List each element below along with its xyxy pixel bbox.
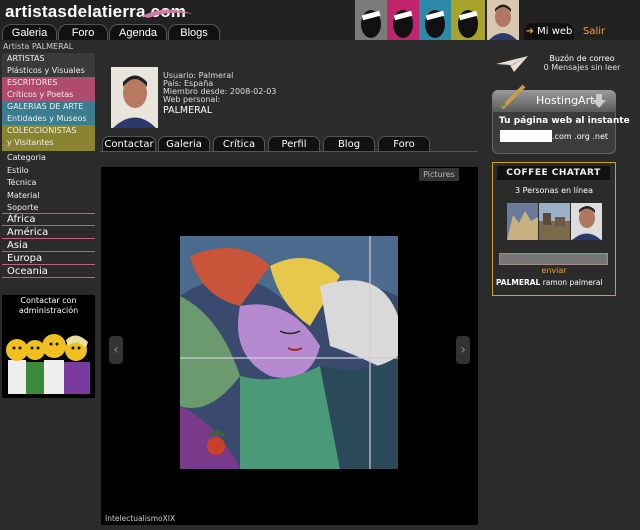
section-galerias[interactable]: GALERIAS DE ARTE Entidades y Museos	[2, 101, 95, 125]
arrow-icon: ➜	[525, 26, 538, 37]
profile-web: Web personal:	[163, 95, 221, 104]
region-america[interactable]: América	[2, 227, 95, 239]
chat-user-thumb[interactable]	[571, 203, 602, 240]
mi-web-button[interactable]: ➜ Mi web	[524, 23, 574, 40]
filter-material[interactable]: Material	[2, 190, 95, 202]
chat-online-count: 3 Personas en línea	[514, 186, 593, 195]
next-image-button[interactable]: ›	[456, 336, 470, 364]
profile-name: PALMERAL	[163, 105, 213, 116]
mailbox-status: 0 Mensajes sin leer	[543, 63, 621, 72]
filter-estilo[interactable]: Estilo	[2, 165, 95, 177]
featured-artists-strip[interactable]	[355, 0, 485, 40]
nav-blogs[interactable]: Blogs	[168, 24, 220, 40]
domain-extensions: .com .org .net	[552, 132, 609, 141]
section-coleccionistas[interactable]: COLECCIONISTAS y Visitantes	[2, 125, 95, 151]
chat-user-thumb[interactable]	[539, 203, 570, 240]
filter-tecnica[interactable]: Técnica	[2, 177, 95, 189]
tab-contactar[interactable]: Contactar	[102, 136, 156, 151]
section-artistas[interactable]: ARTISTAS Plásticos y Visuales	[2, 53, 95, 77]
contact-admin-text: Contactar con administración	[18, 296, 79, 315]
domain-input[interactable]	[500, 130, 552, 142]
region-asia[interactable]: Asia	[2, 240, 95, 252]
paper-plane-icon[interactable]	[494, 54, 530, 74]
logo-swoosh-icon	[142, 9, 193, 18]
prev-image-button[interactable]: ‹	[109, 336, 123, 364]
coffee-chat-logo: COFFEE CHATART	[497, 166, 610, 180]
filter-categoria[interactable]: Categoria	[2, 152, 95, 164]
tab-divider	[100, 151, 478, 152]
section-escritores[interactable]: ESCRITORES Críticos y Poetas	[2, 77, 95, 101]
chat-user-entry[interactable]: PALMERAL ramon palmeral	[496, 278, 603, 287]
artwork-painting[interactable]	[180, 236, 398, 469]
mailbox-title[interactable]: Buzón de correo	[537, 54, 627, 63]
download-arrow-icon	[592, 94, 606, 108]
profile-photo	[111, 67, 158, 128]
chevron-left-icon: ‹	[113, 342, 119, 358]
tab-blog[interactable]: Blog	[323, 136, 375, 151]
artwork-caption: IntelectualismoXIX	[105, 514, 176, 523]
brush-icon	[500, 84, 526, 110]
tab-foro[interactable]: Foro	[378, 136, 430, 151]
salir-link[interactable]: Salir	[583, 26, 605, 37]
user-avatar[interactable]	[487, 0, 519, 40]
nav-galeria[interactable]: Galeria	[2, 24, 57, 40]
tab-critica[interactable]: Crítica	[213, 136, 265, 151]
region-africa[interactable]: África	[2, 214, 95, 226]
tab-galeria[interactable]: Galeria	[158, 136, 210, 151]
nav-agenda[interactable]: Agenda	[109, 24, 167, 40]
hosting-tagline: Tu página web al instante	[499, 116, 630, 126]
region-europa[interactable]: Europa	[2, 253, 95, 265]
cartoon-team-image	[6, 334, 90, 394]
chat-send-button[interactable]: enviar	[492, 266, 616, 275]
breadcrumb: Artista PALMERAL	[3, 42, 74, 51]
chevron-right-icon: ›	[460, 342, 466, 358]
chat-message-input[interactable]	[499, 253, 608, 265]
pictures-button[interactable]: Pictures	[419, 168, 459, 181]
region-oceania[interactable]: Oceania	[2, 266, 95, 278]
tab-perfil[interactable]: Perfil	[268, 136, 320, 151]
nav-foro[interactable]: Foro	[58, 24, 108, 40]
hosting-title[interactable]: HostingArt	[536, 94, 594, 107]
chat-user-thumb[interactable]	[507, 203, 538, 240]
